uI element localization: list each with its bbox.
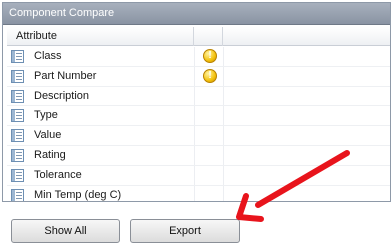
column-header-attribute[interactable]: Attribute [7,27,194,46]
table-row-icon [11,168,24,182]
table-row-icon [11,148,24,162]
table-row[interactable]: Part Number ! [7,66,390,87]
panel-title: Component Compare [3,3,390,25]
attribute-list[interactable]: Class ! Part Number ! Description Type V… [7,47,390,201]
table-row[interactable]: Class ! [7,47,390,67]
table-row-icon [11,188,24,201]
table-row[interactable]: Type [7,106,390,127]
row-label: Description [34,89,90,102]
row-label: Min Temp (deg C) [34,188,122,201]
table-row[interactable]: Rating [7,145,390,166]
table-row-icon [11,89,24,103]
table-row[interactable]: Value [7,126,390,146]
table-row-icon [11,129,24,143]
warning-icon: ! [203,68,217,83]
row-label: Class [34,50,62,62]
column-header-status[interactable] [194,27,223,46]
table-row-icon [11,50,24,63]
row-label: Part Number [34,69,97,82]
table-row[interactable]: Min Temp (deg C) [7,185,390,201]
grid-header: Attribute [7,27,390,46]
component-compare-panel: Component Compare Attribute Class ! Part… [2,2,391,202]
row-label: Type [34,109,58,122]
table-row[interactable]: Description [7,86,390,107]
table-row-icon [11,69,24,83]
show-all-button[interactable]: Show All [11,219,120,243]
warning-icon: ! [203,49,217,63]
row-label: Rating [34,148,66,161]
export-button[interactable]: Export [130,219,240,243]
row-label: Tolerance [34,168,82,181]
table-row[interactable]: Tolerance [7,165,390,186]
row-label: Value [34,129,62,142]
table-row-icon [11,109,24,123]
